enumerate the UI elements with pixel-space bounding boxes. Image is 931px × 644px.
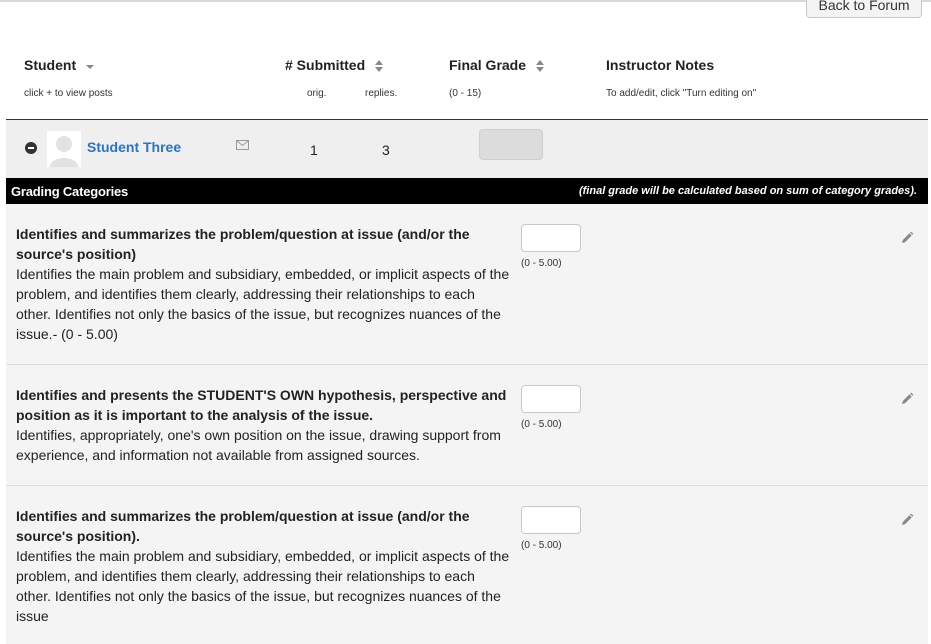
pencil-icon[interactable] bbox=[900, 231, 914, 245]
column-header-instructor-notes: Instructor Notes bbox=[606, 57, 715, 73]
user-silhouette-icon bbox=[50, 136, 78, 167]
criterion-title: Identifies and summarizes the problem/qu… bbox=[16, 508, 470, 544]
avatar bbox=[47, 131, 81, 167]
top-divider bbox=[0, 0, 931, 2]
criterion-title: Identifies and summarizes the problem/qu… bbox=[16, 226, 470, 262]
pencil-icon[interactable] bbox=[900, 392, 914, 406]
student-header-hint: click + to view posts bbox=[24, 88, 113, 99]
grading-categories-bar: Grading Categories (final grade will be … bbox=[6, 178, 928, 204]
student-name-link[interactable]: Student Three bbox=[87, 139, 181, 155]
student-header-label: Student bbox=[24, 57, 77, 73]
criterion-description: Identifies the main problem and subsidia… bbox=[16, 548, 510, 624]
criterion-range: (0 - 5.00) bbox=[521, 540, 562, 551]
criterion-description: Identifies, appropriately, one's own pos… bbox=[16, 427, 501, 463]
criterion-row: Identifies and summarizes the problem/qu… bbox=[6, 486, 928, 644]
column-header-submitted[interactable]: # Submitted bbox=[285, 57, 384, 73]
criterion-text: Identifies and presents the STUDENT'S OW… bbox=[16, 385, 510, 465]
submitted-replies-label: replies. bbox=[365, 88, 398, 99]
column-header-student[interactable]: Student bbox=[24, 57, 95, 73]
pencil-icon[interactable] bbox=[900, 513, 914, 527]
criterion-text: Identifies and summarizes the problem/qu… bbox=[16, 506, 510, 626]
final-grade-range: (0 - 15) bbox=[449, 88, 482, 99]
submitted-header-label: # Submitted bbox=[285, 57, 366, 73]
original-posts-count: 1 bbox=[310, 142, 318, 158]
replies-count: 3 bbox=[382, 142, 390, 158]
criterion-score-input[interactable] bbox=[521, 506, 581, 534]
collapse-icon[interactable] bbox=[25, 142, 37, 154]
back-to-forum-button[interactable]: Back to Forum bbox=[806, 0, 922, 18]
mail-icon[interactable] bbox=[236, 140, 249, 150]
criterion-score-input[interactable] bbox=[521, 224, 581, 252]
submitted-orig-label: orig. bbox=[307, 88, 327, 99]
criterion-range: (0 - 5.00) bbox=[521, 419, 562, 430]
criterion-text: Identifies and summarizes the problem/qu… bbox=[16, 224, 510, 344]
criterion-range: (0 - 5.00) bbox=[521, 258, 562, 269]
sort-icon[interactable] bbox=[535, 59, 545, 73]
criterion-row: Identifies and summarizes the problem/qu… bbox=[6, 204, 928, 365]
sort-down-icon[interactable] bbox=[85, 62, 95, 70]
student-row: Student Three 1 3 bbox=[6, 120, 928, 178]
column-header-final-grade[interactable]: Final Grade bbox=[449, 57, 545, 73]
criterion-row: Identifies and presents the STUDENT'S OW… bbox=[6, 365, 928, 486]
instructor-notes-hint: To add/edit, click "Turn editing on" bbox=[606, 88, 757, 99]
final-grade-field bbox=[479, 129, 543, 160]
criterion-title: Identifies and presents the STUDENT'S OW… bbox=[16, 387, 507, 423]
sort-icon[interactable] bbox=[374, 59, 384, 73]
final-grade-header-label: Final Grade bbox=[449, 57, 527, 73]
grading-categories-note: (final grade will be calculated based on… bbox=[578, 185, 917, 197]
criterion-score-input[interactable] bbox=[521, 385, 581, 413]
criterion-description: Identifies the main problem and subsidia… bbox=[16, 266, 510, 342]
grading-categories-title: Grading Categories bbox=[11, 184, 129, 199]
